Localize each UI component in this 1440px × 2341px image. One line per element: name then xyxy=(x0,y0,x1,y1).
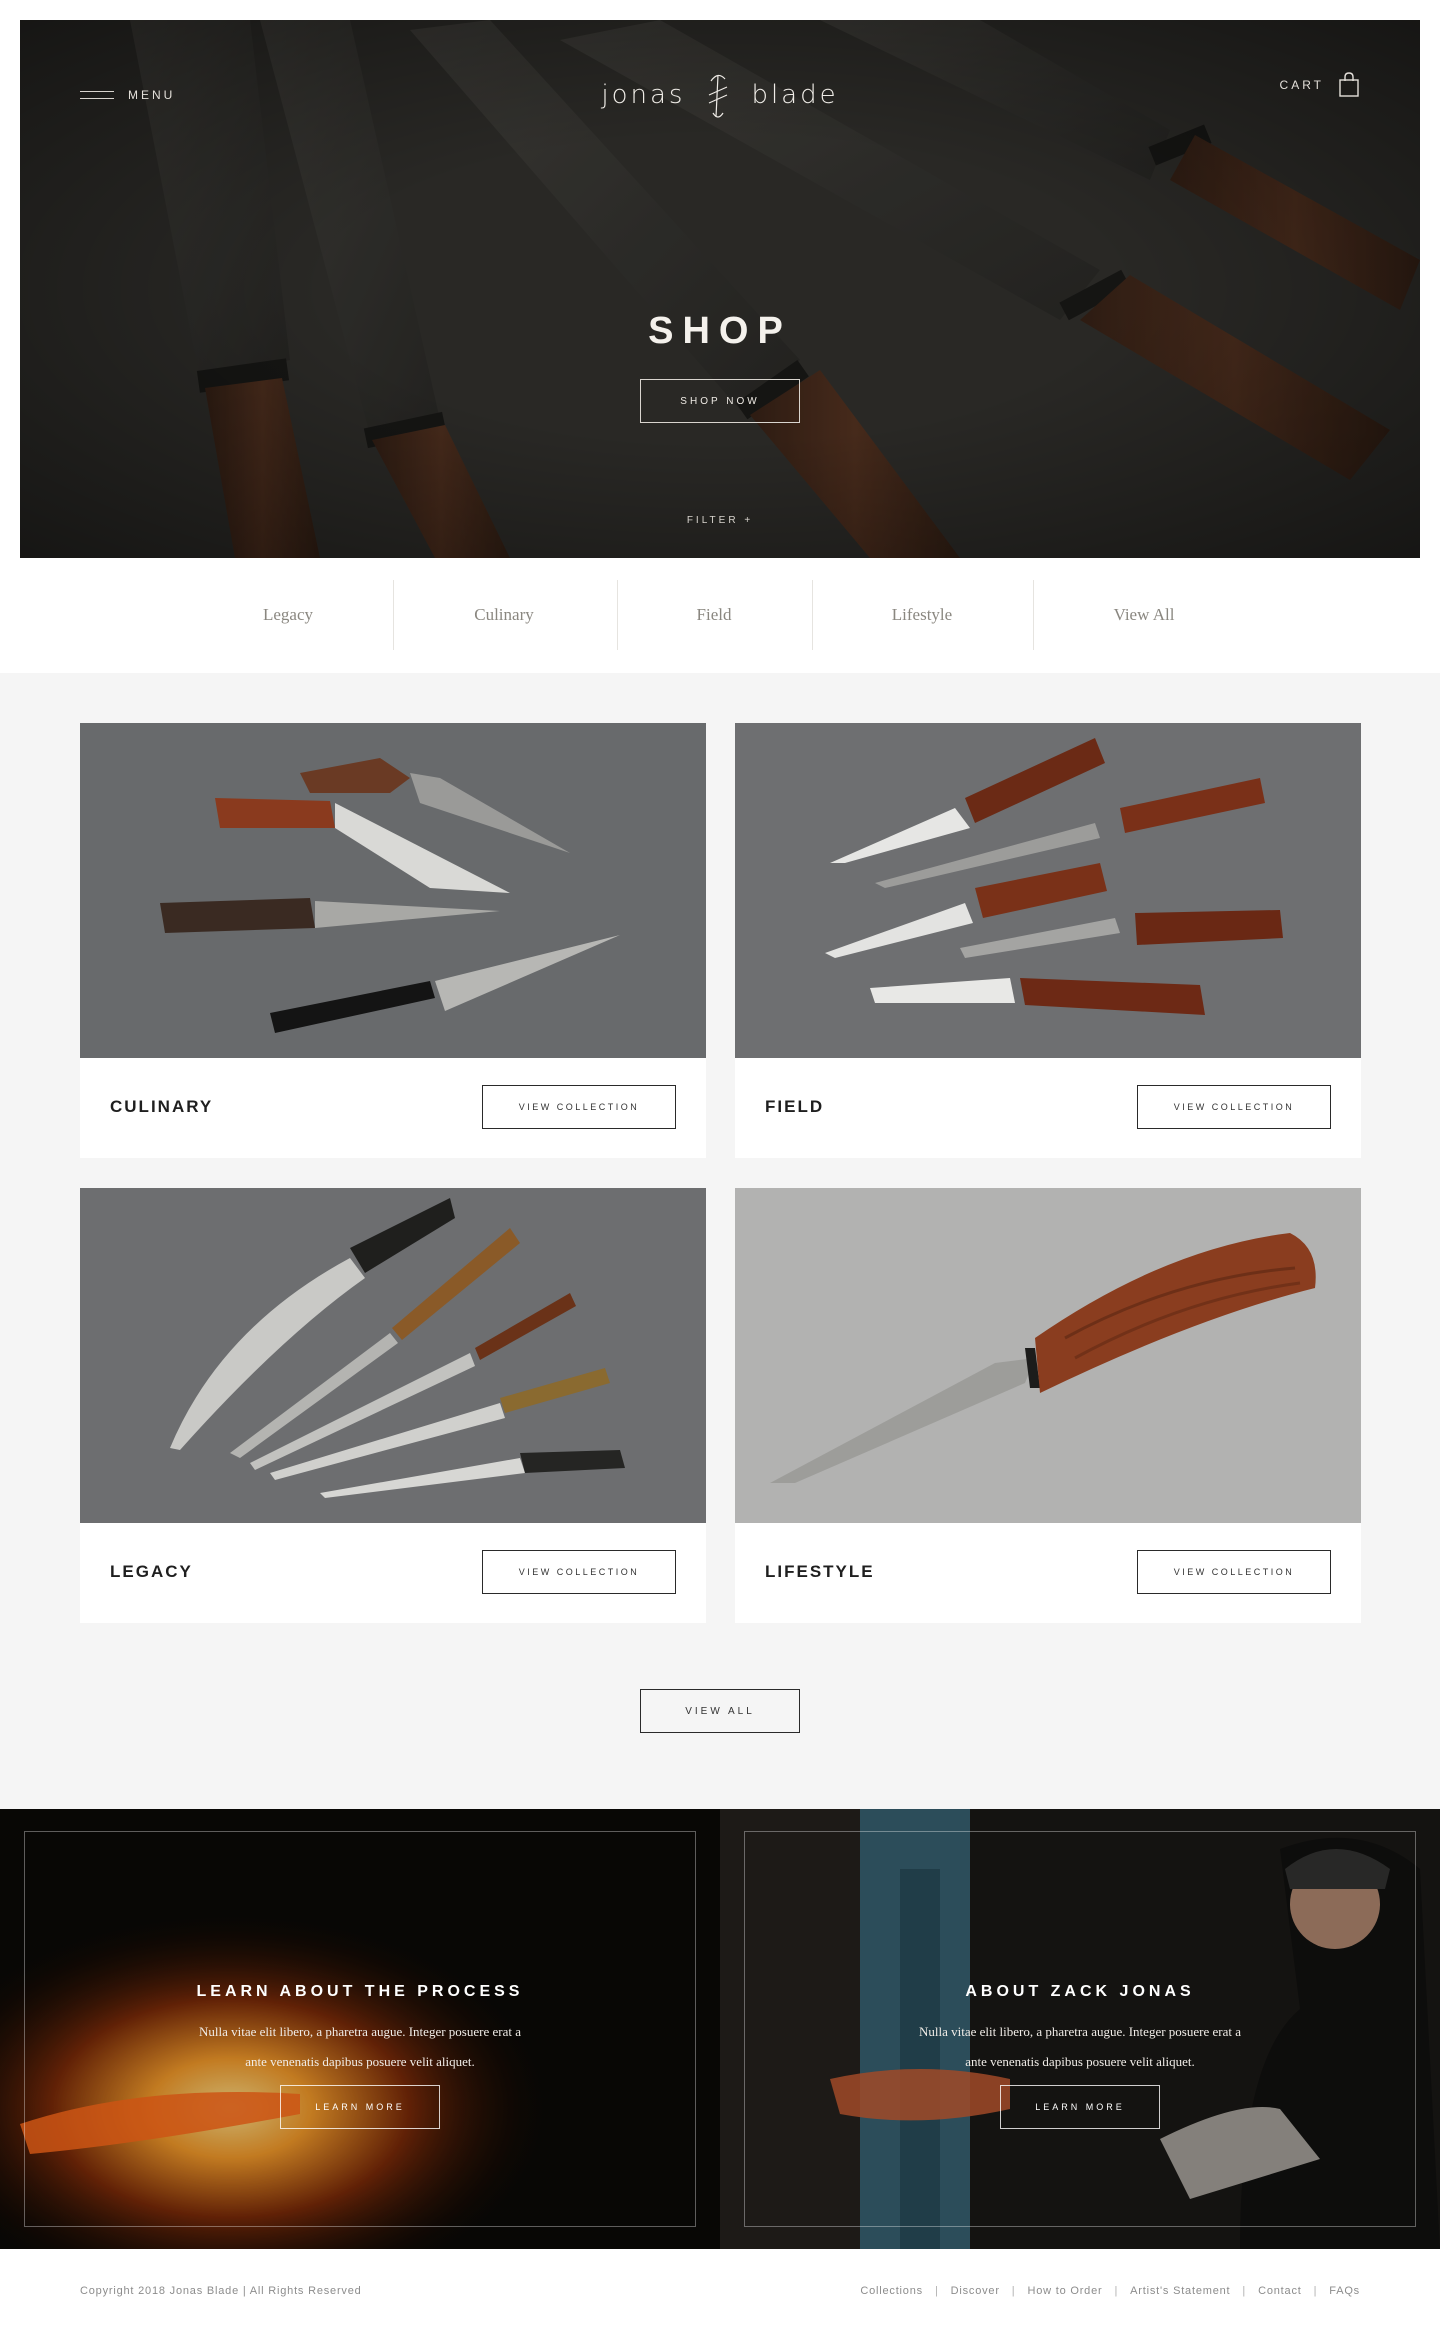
collection-name: FIELD xyxy=(765,1097,825,1116)
process-title: LEARN ABOUT THE PROCESS xyxy=(196,1983,524,2000)
process-panel: LEARN ABOUT THE PROCESS Nulla vitae elit… xyxy=(0,1809,720,2249)
tab-divider xyxy=(1033,580,1034,650)
view-collection-button[interactable]: VIEW COLLECTION xyxy=(1137,1085,1331,1129)
top-navigation: MENU jonas blade CART xyxy=(20,20,1420,150)
site-footer: Copyright 2018 Jonas Blade | All Rights … xyxy=(0,2249,1440,2341)
hero-title: SHOP xyxy=(648,310,792,352)
process-line-1: Nulla vitae elit libero, a pharetra augu… xyxy=(199,2024,521,2039)
hamburger-icon xyxy=(80,90,114,100)
about-description: Nulla vitae elit libero, a pharetra augu… xyxy=(890,2017,1270,2077)
footer-link-how-to-order[interactable]: How to Order xyxy=(1027,2285,1102,2297)
category-tabs: Legacy Culinary Field Lifestyle View All xyxy=(0,558,1440,673)
copyright-text: Copyright 2018 Jonas Blade | All Rights … xyxy=(80,2285,362,2297)
footer-link-artists-statement[interactable]: Artist's Statement xyxy=(1130,2285,1230,2297)
tab-lifestyle[interactable]: Lifestyle xyxy=(842,580,1002,650)
collection-name: CULINARY xyxy=(110,1097,214,1116)
collection-name: LIFESTYLE xyxy=(765,1562,875,1581)
tab-field[interactable]: Field xyxy=(634,580,794,650)
feature-panels: LEARN ABOUT THE PROCESS Nulla vitae elit… xyxy=(0,1809,1440,2249)
collection-card-culinary: CULINARY VIEW COLLECTION xyxy=(80,723,706,1158)
collection-card-field: FIELD VIEW COLLECTION xyxy=(735,723,1361,1158)
view-collection-button[interactable]: VIEW COLLECTION xyxy=(482,1550,676,1594)
menu-button[interactable]: MENU xyxy=(80,88,175,102)
shopping-bag-icon xyxy=(1339,72,1359,97)
logo-word-right: blade xyxy=(751,80,839,110)
tab-view-all[interactable]: View All xyxy=(1064,580,1224,650)
view-collection-button[interactable]: VIEW COLLECTION xyxy=(1137,1550,1331,1594)
learn-more-process-button[interactable]: LEARN MORE xyxy=(280,2085,440,2129)
hero-banner: MENU jonas blade CART SHOP SHOP NOW FILT… xyxy=(20,20,1420,558)
tab-legacy[interactable]: Legacy xyxy=(208,580,368,650)
footer-link-discover[interactable]: Discover xyxy=(951,2285,1000,2297)
about-title: ABOUT ZACK JONAS xyxy=(965,1983,1195,2000)
footer-links: Collections | Discover | How to Order | … xyxy=(860,2285,1360,2297)
footer-link-faqs[interactable]: FAQs xyxy=(1329,2285,1360,2297)
logo-mark-icon xyxy=(709,74,728,118)
cart-button[interactable]: CART xyxy=(1280,72,1360,98)
footer-link-collections[interactable]: Collections xyxy=(860,2285,923,2297)
shop-now-button[interactable]: SHOP NOW xyxy=(640,379,800,423)
tab-culinary[interactable]: Culinary xyxy=(424,580,584,650)
brand-logo[interactable]: jonas blade xyxy=(600,60,840,130)
process-description: Nulla vitae elit libero, a pharetra augu… xyxy=(170,2017,550,2077)
tab-divider xyxy=(617,580,618,650)
view-collection-button[interactable]: VIEW COLLECTION xyxy=(482,1085,676,1129)
view-all-button[interactable]: VIEW ALL xyxy=(640,1689,800,1733)
tab-divider xyxy=(393,580,394,650)
filter-toggle[interactable]: FILTER + xyxy=(20,515,1420,526)
about-line-2: ante venenatis dapibus posuere velit ali… xyxy=(965,2054,1195,2069)
footer-separator: | xyxy=(934,2285,939,2297)
menu-label: MENU xyxy=(128,88,176,102)
collection-card-legacy: LEGACY VIEW COLLECTION xyxy=(80,1188,706,1623)
cart-label: CART xyxy=(1279,78,1324,92)
footer-separator: | xyxy=(1114,2285,1119,2297)
logo-word-left: jonas xyxy=(601,80,686,110)
collections-grid: CULINARY VIEW COLLECTION FIELD VIEW COLL… xyxy=(0,673,1440,1809)
about-line-1: Nulla vitae elit libero, a pharetra augu… xyxy=(919,2024,1241,2039)
footer-separator: | xyxy=(1313,2285,1318,2297)
collection-card-lifestyle: LIFESTYLE VIEW COLLECTION xyxy=(735,1188,1361,1623)
footer-separator: | xyxy=(1011,2285,1016,2297)
lifestyle-knife-photo[interactable] xyxy=(735,1188,1361,1523)
footer-separator: | xyxy=(1242,2285,1247,2297)
culinary-knives-photo[interactable] xyxy=(80,723,706,1058)
process-line-2: ante venenatis dapibus posuere velit ali… xyxy=(245,2054,475,2069)
collection-name: LEGACY xyxy=(110,1562,193,1581)
field-knives-photo[interactable] xyxy=(735,723,1361,1058)
learn-more-about-button[interactable]: LEARN MORE xyxy=(1000,2085,1160,2129)
tab-divider xyxy=(812,580,813,650)
legacy-knives-photo[interactable] xyxy=(80,1188,706,1523)
footer-link-contact[interactable]: Contact xyxy=(1258,2285,1302,2297)
about-panel: ABOUT ZACK JONAS Nulla vitae elit libero… xyxy=(720,1809,1440,2249)
